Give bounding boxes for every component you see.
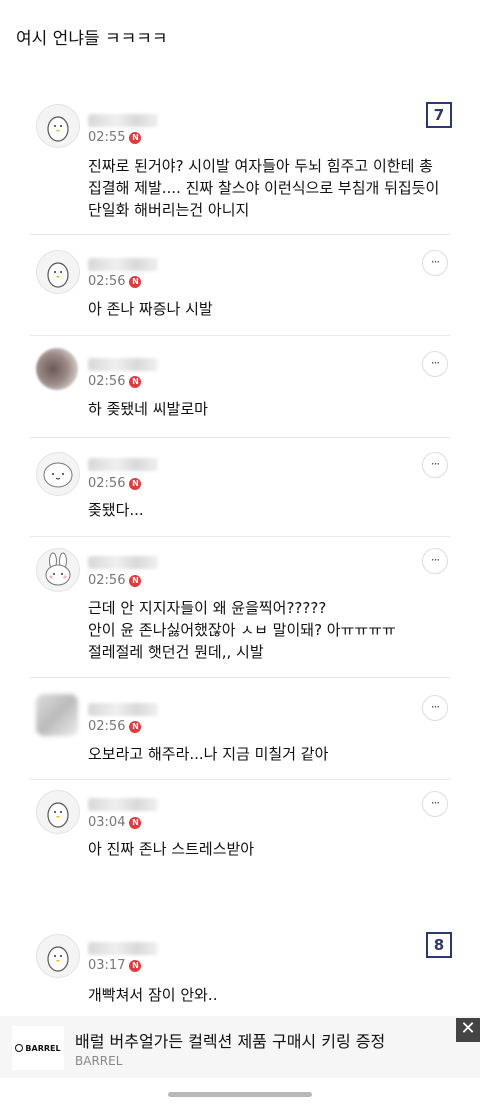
comment-text: 근데 안 지지자들이 왜 윤을찍어????? 안이 윤 존나싫어했잖아 ㅅㅂ 말… [88, 599, 396, 661]
comment-time: 03:17 N [88, 958, 142, 973]
avatar[interactable] [36, 790, 80, 834]
comment-number-label: 7 [426, 102, 452, 128]
avatar[interactable] [36, 452, 80, 496]
comment-text: 좆됐다... [88, 501, 144, 519]
comment-text: 하 좆됐네 씨발로마 [88, 400, 208, 418]
author-name-blurred [88, 114, 158, 127]
new-badge: N [129, 720, 142, 733]
author-name-blurred [88, 458, 158, 471]
new-badge: N [129, 131, 142, 144]
comment-time: 03:04 N [88, 815, 142, 830]
new-badge: N [129, 477, 142, 490]
comment-time: 02:56 N [88, 274, 142, 289]
new-badge: N [129, 375, 142, 388]
ad-banner[interactable]: BARREL 배럴 버추얼가든 컬렉션 제품 구매시 키링 증정 BARREL … [0, 1016, 480, 1078]
comment-number-label: 8 [426, 932, 452, 958]
new-badge: N [129, 816, 142, 829]
ad-brand: BARREL [75, 1054, 123, 1068]
avatar[interactable] [36, 694, 78, 736]
more-options-button[interactable]: ··· [422, 250, 448, 276]
comment-time: 02:55 N [88, 130, 142, 145]
page-title: 여시 언냐들 ㅋㅋㅋㅋ [16, 29, 168, 49]
logo-circle-icon [15, 1044, 24, 1052]
ad-title[interactable]: 배럴 버추얼가든 컬렉션 제품 구매시 키링 증정 [75, 1028, 385, 1052]
author-name-blurred [88, 703, 158, 716]
comment-text: 아 존나 짜증나 시발 [88, 300, 213, 318]
avatar[interactable] [36, 250, 80, 294]
new-badge: N [129, 275, 142, 288]
author-name-blurred [88, 798, 158, 811]
comment-text: 개빡쳐서 잠이 안와.. [88, 986, 218, 1004]
author-name-blurred [88, 358, 158, 371]
divider [30, 234, 450, 235]
home-indicator [168, 1092, 312, 1097]
author-name-blurred [88, 258, 158, 271]
divider [30, 335, 450, 336]
comment-text: 아 진짜 존나 스트레스받아 [88, 840, 255, 858]
avatar[interactable] [36, 104, 80, 148]
more-options-button[interactable]: ··· [422, 351, 448, 377]
comment-time: 02:56 N [88, 374, 142, 389]
author-name-blurred [88, 942, 158, 955]
avatar[interactable] [36, 934, 80, 978]
comment-time: 02:56 N [88, 573, 142, 588]
new-badge: N [129, 574, 142, 587]
avatar[interactable] [36, 348, 78, 390]
brand-logo: BARREL [12, 1026, 64, 1070]
author-name-blurred [88, 556, 158, 569]
divider [30, 437, 450, 438]
new-badge: N [129, 959, 142, 972]
divider [30, 677, 450, 678]
close-ad-button[interactable]: ✕ [456, 1018, 480, 1042]
avatar[interactable] [36, 548, 80, 592]
comment-text: 오보라고 해주라...나 지금 미칠거 같아 [88, 745, 329, 763]
comment-time: 02:56 N [88, 476, 142, 491]
more-options-button[interactable]: ··· [422, 452, 448, 478]
comment-text: 진짜로 된거야? 시이발 여자들아 두뇌 힘주고 이한테 총 집결해 제발...… [88, 157, 440, 219]
more-options-button[interactable]: ··· [422, 695, 448, 721]
divider [30, 536, 450, 537]
more-options-button[interactable]: ··· [422, 791, 448, 817]
brand-logo-text: BARREL [25, 1043, 61, 1053]
comment-time: 02:56 N [88, 719, 142, 734]
more-options-button[interactable]: ··· [422, 548, 448, 574]
divider [30, 779, 450, 780]
